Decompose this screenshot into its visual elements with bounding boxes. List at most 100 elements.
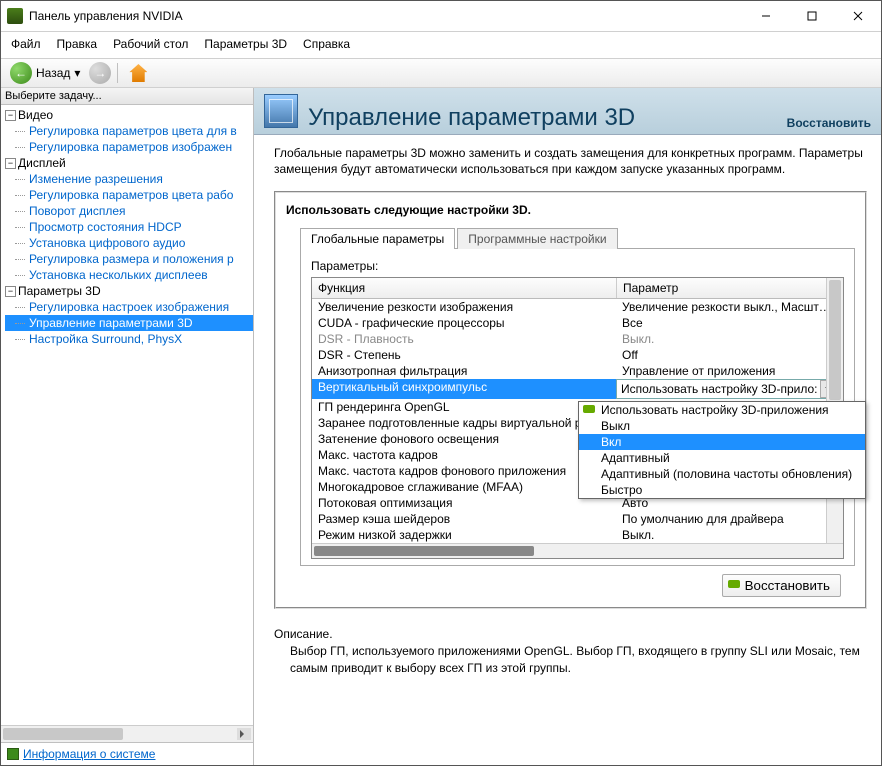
expand-icon[interactable]: − <box>5 110 16 121</box>
param-row[interactable]: Размер кэша шейдеровПо умолчанию для дра… <box>312 511 843 527</box>
back-label: Назад <box>36 66 70 80</box>
titlebar: Панель управления NVIDIA <box>1 1 881 32</box>
restore-button[interactable]: Восстановить <box>722 574 841 597</box>
group-3d[interactable]: Параметры 3D <box>18 284 101 298</box>
tree-item[interactable]: Регулировка параметров цвета рабо <box>5 187 253 203</box>
sidebar: Выберите задачу... −Видео Регулировка па… <box>1 88 254 765</box>
param-value[interactable]: По умолчанию для драйвера <box>616 511 843 527</box>
param-row[interactable]: Режим низкой задержкиВыкл. <box>312 527 843 543</box>
home-icon <box>129 64 147 82</box>
restore-defaults-link[interactable]: Восстановить <box>787 116 871 132</box>
param-name: CUDA - графические процессоры <box>312 315 616 331</box>
param-row[interactable]: Анизотропная фильтрацияУправление от при… <box>312 363 843 379</box>
window-title: Панель управления NVIDIA <box>29 9 743 23</box>
group-display[interactable]: Дисплей <box>18 156 66 170</box>
tree-item[interactable]: Поворот дисплея <box>5 203 253 219</box>
minimize-button[interactable] <box>743 1 789 31</box>
toolbar: ← Назад ▾ → <box>1 58 881 88</box>
expand-icon[interactable]: − <box>5 158 16 169</box>
sidebar-scrollbar[interactable] <box>1 725 253 742</box>
param-row[interactable]: DSR - СтепеньOff <box>312 347 843 363</box>
group-video[interactable]: Видео <box>18 108 53 122</box>
tree-item[interactable]: Установка нескольких дисплеев <box>5 267 253 283</box>
param-name: Макс. частота кадров фонового приложения <box>312 463 616 479</box>
back-arrow-icon: ← <box>10 62 32 84</box>
forward-button[interactable]: → <box>89 62 111 84</box>
param-name: Увеличение резкости изображения <box>312 299 616 315</box>
menu-3d[interactable]: Параметры 3D <box>198 35 293 53</box>
param-name: Многокадровое сглаживание (MFAA) <box>312 479 616 495</box>
param-value[interactable]: Использовать настройку 3D-прило: <box>616 379 843 399</box>
param-value[interactable]: Управление от приложения <box>616 363 843 379</box>
vsync-dropdown[interactable]: Использовать настройку 3D-приложенияВыкл… <box>578 401 866 499</box>
description-section: Описание. Выбор ГП, используемого прилож… <box>274 619 867 675</box>
tree-item[interactable]: Регулировка параметров изображен <box>5 139 253 155</box>
menu-edit[interactable]: Правка <box>51 35 104 53</box>
param-name: Анизотропная фильтрация <box>312 363 616 379</box>
page-title: Управление параметрами 3D <box>308 104 787 132</box>
param-name: Затенение фонового освещения <box>312 431 616 447</box>
tree-item[interactable]: Регулировка размера и положения р <box>5 251 253 267</box>
dropdown-item[interactable]: Адаптивный <box>579 450 865 466</box>
home-button[interactable] <box>124 61 152 85</box>
param-name: DSR - Плавность <box>312 331 616 347</box>
system-info-link[interactable]: Информация о системе <box>1 742 253 765</box>
params-label: Параметры: <box>311 259 844 273</box>
back-dropdown-icon[interactable]: ▾ <box>74 66 80 80</box>
back-button[interactable]: ← Назад ▾ <box>5 59 85 87</box>
page-header: Управление параметрами 3D Восстановить <box>254 88 881 135</box>
close-button[interactable] <box>835 1 881 31</box>
param-name: Вертикальный синхроимпульс <box>312 379 616 399</box>
restore-button-label: Восстановить <box>745 578 830 593</box>
menu-file[interactable]: Файл <box>5 35 47 53</box>
menubar: Файл Правка Рабочий стол Параметры 3D Сп… <box>1 32 881 58</box>
task-tree: −Видео Регулировка параметров цвета для … <box>1 105 253 725</box>
tree-item[interactable]: Регулировка настроек изображения <box>5 299 253 315</box>
info-icon <box>7 748 19 760</box>
system-info-label: Информация о системе <box>23 747 155 761</box>
dropdown-item[interactable]: Быстро <box>579 482 865 498</box>
param-name: Режим низкой задержки <box>312 527 616 543</box>
description-text: Выбор ГП, используемого приложениями Ope… <box>274 643 867 675</box>
param-name: Макс. частота кадров <box>312 447 616 463</box>
param-row[interactable]: CUDA - графические процессорыВсе <box>312 315 843 331</box>
param-value[interactable]: Off <box>616 347 843 363</box>
maximize-button[interactable] <box>789 1 835 31</box>
param-name: Заранее подготовленные кадры виртуальной… <box>312 415 616 431</box>
task-header: Выберите задачу... <box>1 88 253 105</box>
tab-program[interactable]: Программные настройки <box>457 228 617 249</box>
tab-global[interactable]: Глобальные параметры <box>300 228 455 249</box>
expand-icon[interactable]: − <box>5 286 16 297</box>
param-name: Потоковая оптимизация <box>312 495 616 511</box>
settings-title: Использовать следующие настройки 3D. <box>286 203 855 217</box>
tabs: Глобальные параметры Программные настрой… <box>300 227 855 249</box>
param-name: ГП рендеринга OpenGL <box>312 399 616 415</box>
dropdown-item[interactable]: Использовать настройку 3D-приложения <box>579 402 865 418</box>
horizontal-scrollbar[interactable] <box>312 543 843 558</box>
param-name: Размер кэша шейдеров <box>312 511 616 527</box>
dropdown-item[interactable]: Вкл <box>579 434 865 450</box>
intro-text: Глобальные параметры 3D можно заменить и… <box>274 145 867 177</box>
tree-item[interactable]: Изменение разрешения <box>5 171 253 187</box>
tree-item[interactable]: Регулировка параметров цвета для в <box>5 123 253 139</box>
param-value[interactable]: Выкл. <box>616 331 843 347</box>
tree-item-selected[interactable]: Управление параметрами 3D <box>5 315 253 331</box>
param-value[interactable]: Увеличение резкости выкл., Масштаби <box>616 299 843 315</box>
dropdown-item[interactable]: Выкл <box>579 418 865 434</box>
param-row[interactable]: Вертикальный синхроимпульсИспользовать н… <box>312 379 843 399</box>
tree-item[interactable]: Установка цифрового аудио <box>5 235 253 251</box>
description-header: Описание. <box>274 627 867 641</box>
param-row[interactable]: Увеличение резкости изображенияУвеличени… <box>312 299 843 315</box>
app-window: Панель управления NVIDIA Файл Правка Раб… <box>0 0 882 766</box>
dropdown-item[interactable]: Адаптивный (половина частоты обновления) <box>579 466 865 482</box>
tree-item[interactable]: Настройка Surround, PhysX <box>5 331 253 347</box>
param-row[interactable]: DSR - ПлавностьВыкл. <box>312 331 843 347</box>
menu-desktop[interactable]: Рабочий стол <box>107 35 194 53</box>
tree-item[interactable]: Просмотр состояния HDCP <box>5 219 253 235</box>
toolbar-separator <box>117 63 118 83</box>
param-value[interactable]: Все <box>616 315 843 331</box>
col-parameter[interactable]: Параметр <box>617 278 843 298</box>
menu-help[interactable]: Справка <box>297 35 356 53</box>
col-function[interactable]: Функция <box>312 278 617 298</box>
param-value[interactable]: Выкл. <box>616 527 843 543</box>
